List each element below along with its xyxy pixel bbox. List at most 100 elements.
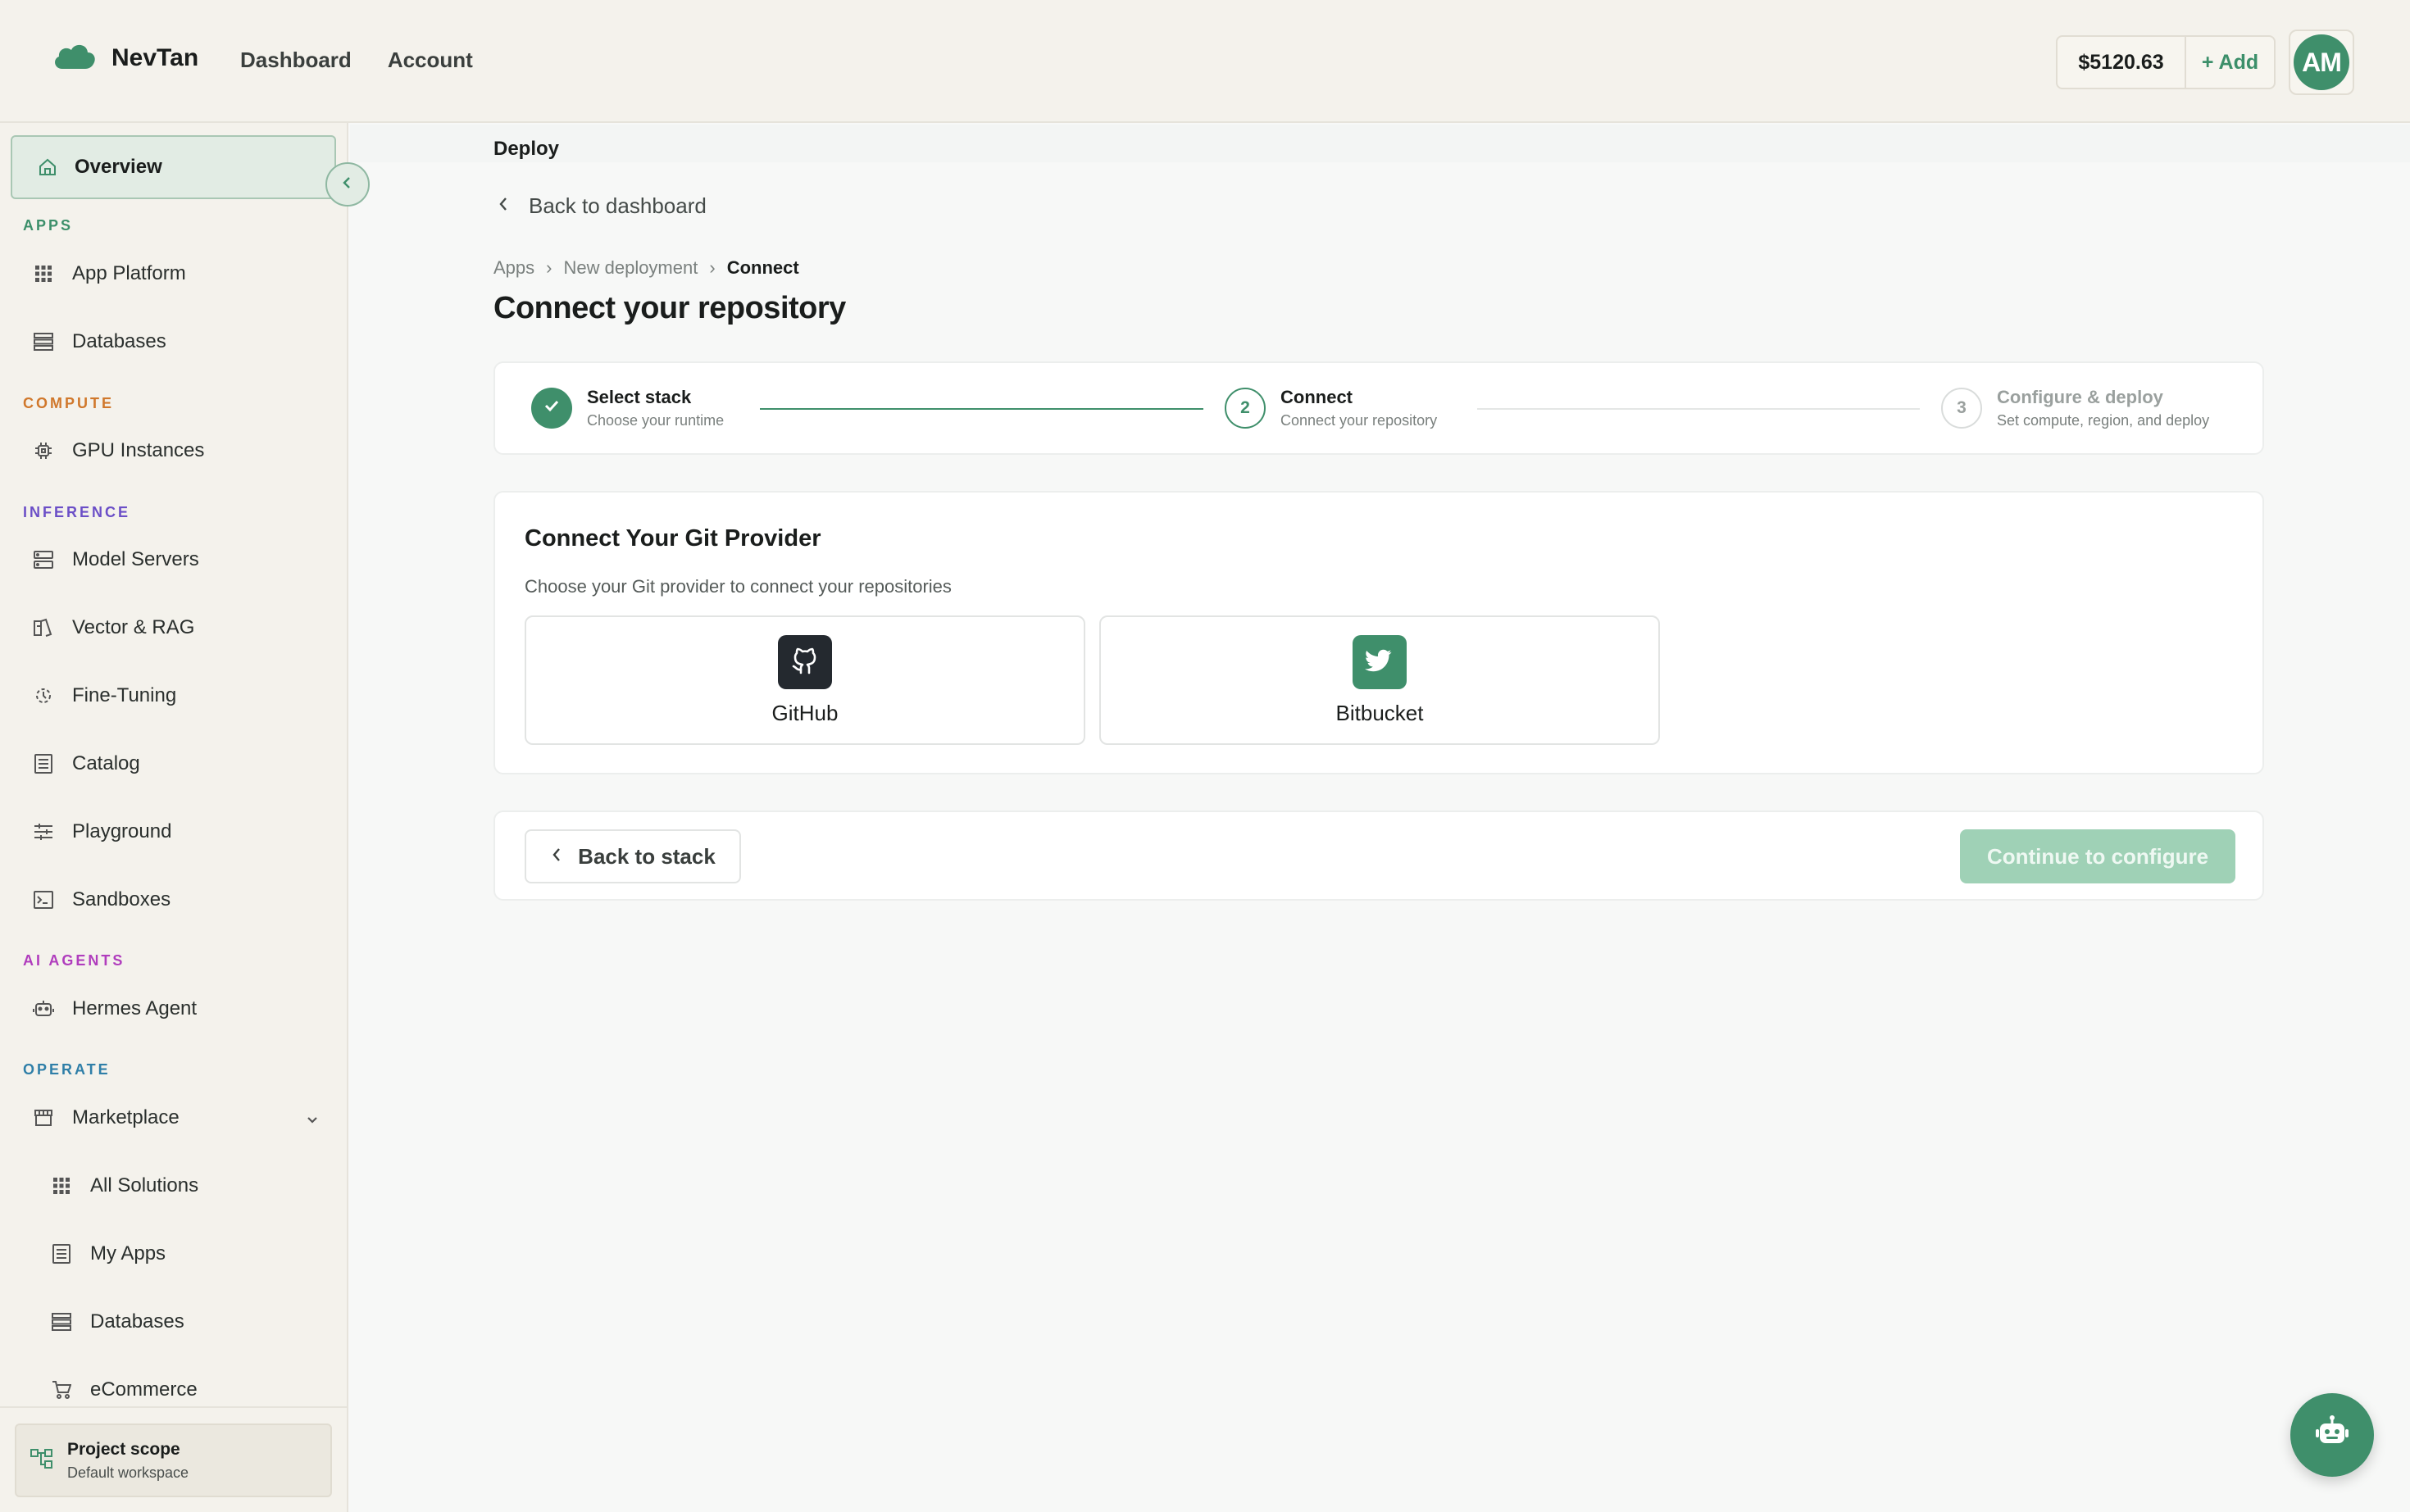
sidebar-item-label: Vector & RAG [72, 616, 195, 638]
nav-dashboard[interactable]: Dashboard [240, 48, 352, 73]
github-label: GitHub [771, 700, 839, 725]
sidebar-item-sandboxes[interactable]: Sandboxes [33, 888, 171, 911]
sidebar-item-label: My Apps [90, 1242, 166, 1265]
sidebar-item-marketplace-databases[interactable]: Databases [51, 1310, 184, 1333]
bitbucket-label: Bitbucket [1335, 700, 1424, 725]
deploy-stepper: Select stack Choose your runtime 2 Conne… [493, 361, 2264, 455]
sidebar: Overview APPS App Platform Databases COM… [0, 123, 370, 1512]
top-bar: NevTan Dashboard Account $5120.63 + Add … [0, 0, 2410, 123]
chip-icon [33, 440, 54, 461]
top-nav: Dashboard Account [240, 48, 473, 73]
home-icon [37, 157, 58, 178]
sidebar-item-playground[interactable]: Playground [33, 820, 171, 843]
chevron-left-icon [550, 844, 563, 870]
git-provider-subtitle: Choose your Git provider to connect your… [525, 576, 952, 597]
sidebar-item-marketplace[interactable]: Marketplace [33, 1106, 180, 1129]
assistant-chat-button[interactable] [2290, 1393, 2374, 1477]
breadcrumb-new-deployment[interactable]: New deployment [563, 257, 698, 279]
breadcrumb-apps[interactable]: Apps [493, 257, 534, 279]
bird-icon [1353, 634, 1407, 689]
section-operate: OPERATE [23, 1061, 111, 1078]
bitbucket-provider-button[interactable]: Bitbucket [1099, 615, 1660, 745]
step-2-label: Connect [1280, 387, 1353, 407]
database-icon [33, 331, 54, 352]
book-icon [33, 617, 54, 638]
sidebar-item-label: Hermes Agent [72, 997, 198, 1019]
tuning-icon [33, 685, 54, 706]
list-icon [51, 1243, 72, 1265]
section-title: Deploy [493, 138, 560, 160]
section-apps: APPS [23, 217, 74, 234]
cloud-logo-icon [51, 41, 97, 75]
sidebar-divider [0, 1406, 348, 1408]
sidebar-item-overview[interactable]: Overview [11, 135, 336, 199]
sidebar-item-label: Model Servers [72, 548, 199, 570]
scope-subtitle: Default workspace [67, 1464, 189, 1481]
step-3-circle: 3 [1941, 388, 1982, 429]
github-provider-button[interactable]: GitHub [525, 615, 1085, 745]
sidebar-item-ecommerce[interactable]: eCommerce [51, 1378, 198, 1401]
brand[interactable]: NevTan [51, 41, 198, 75]
step-connector-complete [760, 408, 1203, 410]
check-icon [542, 396, 562, 420]
scope-title: Project scope [67, 1439, 180, 1459]
sidebar-item-label: Databases [72, 330, 166, 352]
sidebar-item-label: App Platform [72, 262, 186, 284]
breadcrumb: Apps › New deployment › Connect [493, 257, 799, 279]
sidebar-item-all-solutions[interactable]: All Solutions [51, 1174, 198, 1197]
chevron-left-icon [339, 175, 356, 195]
sidebar-item-hermes-agent[interactable]: Hermes Agent [33, 997, 197, 1020]
server-icon [33, 549, 54, 570]
step-connector-pending [1477, 408, 1920, 410]
sidebar-item-app-platform[interactable]: App Platform [33, 262, 186, 285]
robot-icon [33, 998, 54, 1019]
add-funds-button[interactable]: + Add [2186, 51, 2274, 75]
sidebar-item-label: Marketplace [72, 1106, 180, 1128]
step-3-sub: Set compute, region, and deploy [1997, 412, 2210, 429]
github-icon [778, 634, 832, 689]
section-ai-agents: AI AGENTS [23, 952, 125, 969]
sidebar-item-label: All Solutions [90, 1174, 199, 1196]
step-2-circle: 2 [1225, 388, 1266, 429]
cart-icon [51, 1379, 72, 1401]
sidebar-item-label: Fine-Tuning [72, 684, 177, 706]
brand-name: NevTan [111, 43, 199, 71]
chevron-left-icon [496, 193, 511, 219]
nav-account[interactable]: Account [388, 48, 473, 73]
sidebar-item-my-apps[interactable]: My Apps [51, 1242, 166, 1265]
breadcrumb-separator: › [709, 257, 716, 278]
step-3-label: Configure & deploy [1997, 387, 2163, 407]
sliders-icon [33, 821, 54, 842]
breadcrumb-current: Connect [726, 257, 799, 278]
avatar: AM [2294, 34, 2349, 90]
avatar-button[interactable]: AM [2289, 30, 2354, 95]
hierarchy-icon [30, 1446, 54, 1475]
grid-icon [51, 1175, 72, 1196]
git-provider-card: Connect Your Git Provider Choose your Gi… [493, 491, 2264, 774]
sidebar-item-catalog[interactable]: Catalog [33, 752, 140, 775]
back-to-stack-button[interactable]: Back to stack [525, 829, 741, 883]
sidebar-item-fine-tuning[interactable]: Fine-Tuning [33, 684, 176, 707]
sidebar-item-databases[interactable]: Databases [33, 330, 166, 353]
project-scope-selector[interactable]: Project scope Default workspace [15, 1423, 332, 1497]
page-title: Connect your repository [493, 291, 846, 325]
robot-icon [2313, 1414, 2351, 1456]
store-icon [33, 1107, 54, 1128]
git-provider-title: Connect Your Git Provider [525, 525, 821, 552]
back-to-dashboard-link[interactable]: Back to dashboard [496, 193, 707, 219]
chevron-down-icon[interactable] [303, 1111, 321, 1133]
database-icon [51, 1311, 72, 1333]
sidebar-item-label: Databases [90, 1310, 184, 1333]
section-header-band [350, 125, 2410, 162]
section-inference: INFERENCE [23, 504, 131, 520]
continue-to-configure-button[interactable]: Continue to configure [1960, 829, 2235, 883]
collapse-sidebar-button[interactable] [325, 162, 370, 207]
step-2-sub: Connect your repository [1280, 412, 1438, 429]
wallet-widget: $5120.63 + Add [2056, 35, 2276, 89]
balance: $5120.63 [2058, 37, 2186, 88]
sidebar-item-model-servers[interactable]: Model Servers [33, 548, 199, 571]
sidebar-item-vector-rag[interactable]: Vector & RAG [33, 616, 194, 639]
sidebar-item-gpu-instances[interactable]: GPU Instances [33, 439, 204, 462]
sidebar-item-label: Sandboxes [72, 888, 171, 910]
sidebar-item-label: GPU Instances [72, 439, 205, 461]
